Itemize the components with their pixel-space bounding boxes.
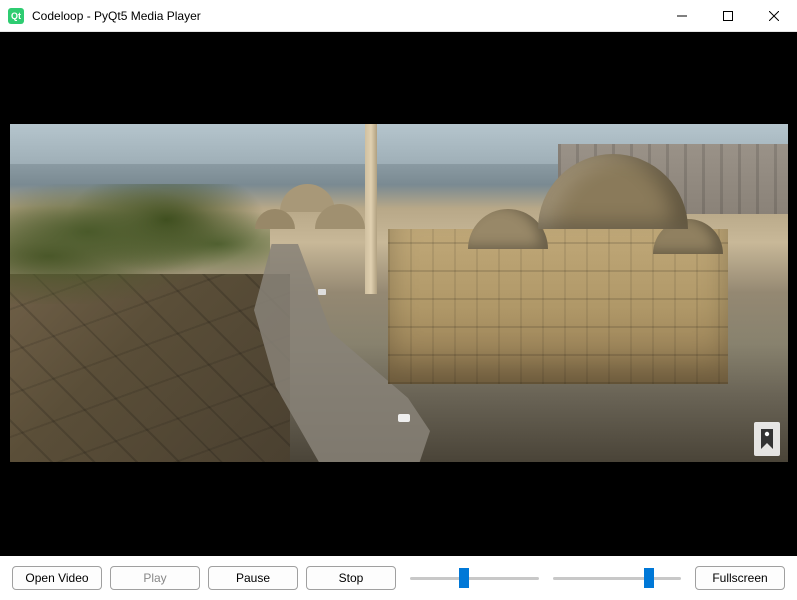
volume-slider[interactable] <box>553 568 682 588</box>
open-video-button[interactable]: Open Video <box>12 566 102 590</box>
video-viewport[interactable] <box>0 32 797 556</box>
app-window: Qt Codeloop - PyQt5 Media Player <box>0 0 797 600</box>
player-content: Open Video Play Pause Stop Fullscreen <box>0 32 797 600</box>
position-slider[interactable] <box>410 568 539 588</box>
close-button[interactable] <box>751 0 797 32</box>
window-controls <box>659 0 797 31</box>
watermark-logo-icon <box>754 422 780 456</box>
position-slider-thumb[interactable] <box>459 568 469 588</box>
volume-slider-thumb[interactable] <box>644 568 654 588</box>
qt-app-icon: Qt <box>8 8 24 24</box>
maximize-icon <box>723 11 733 21</box>
titlebar[interactable]: Qt Codeloop - PyQt5 Media Player <box>0 0 797 32</box>
minimize-icon <box>677 11 687 21</box>
close-icon <box>769 11 779 21</box>
sliders-area <box>404 568 687 588</box>
video-frame <box>10 124 788 462</box>
stop-button[interactable]: Stop <box>306 566 396 590</box>
fullscreen-button[interactable]: Fullscreen <box>695 566 785 590</box>
control-bar: Open Video Play Pause Stop Fullscreen <box>0 556 797 600</box>
maximize-button[interactable] <box>705 0 751 32</box>
pause-button[interactable]: Pause <box>208 566 298 590</box>
play-button[interactable]: Play <box>110 566 200 590</box>
window-title: Codeloop - PyQt5 Media Player <box>32 9 659 23</box>
qt-icon-label: Qt <box>11 11 21 21</box>
minimize-button[interactable] <box>659 0 705 32</box>
